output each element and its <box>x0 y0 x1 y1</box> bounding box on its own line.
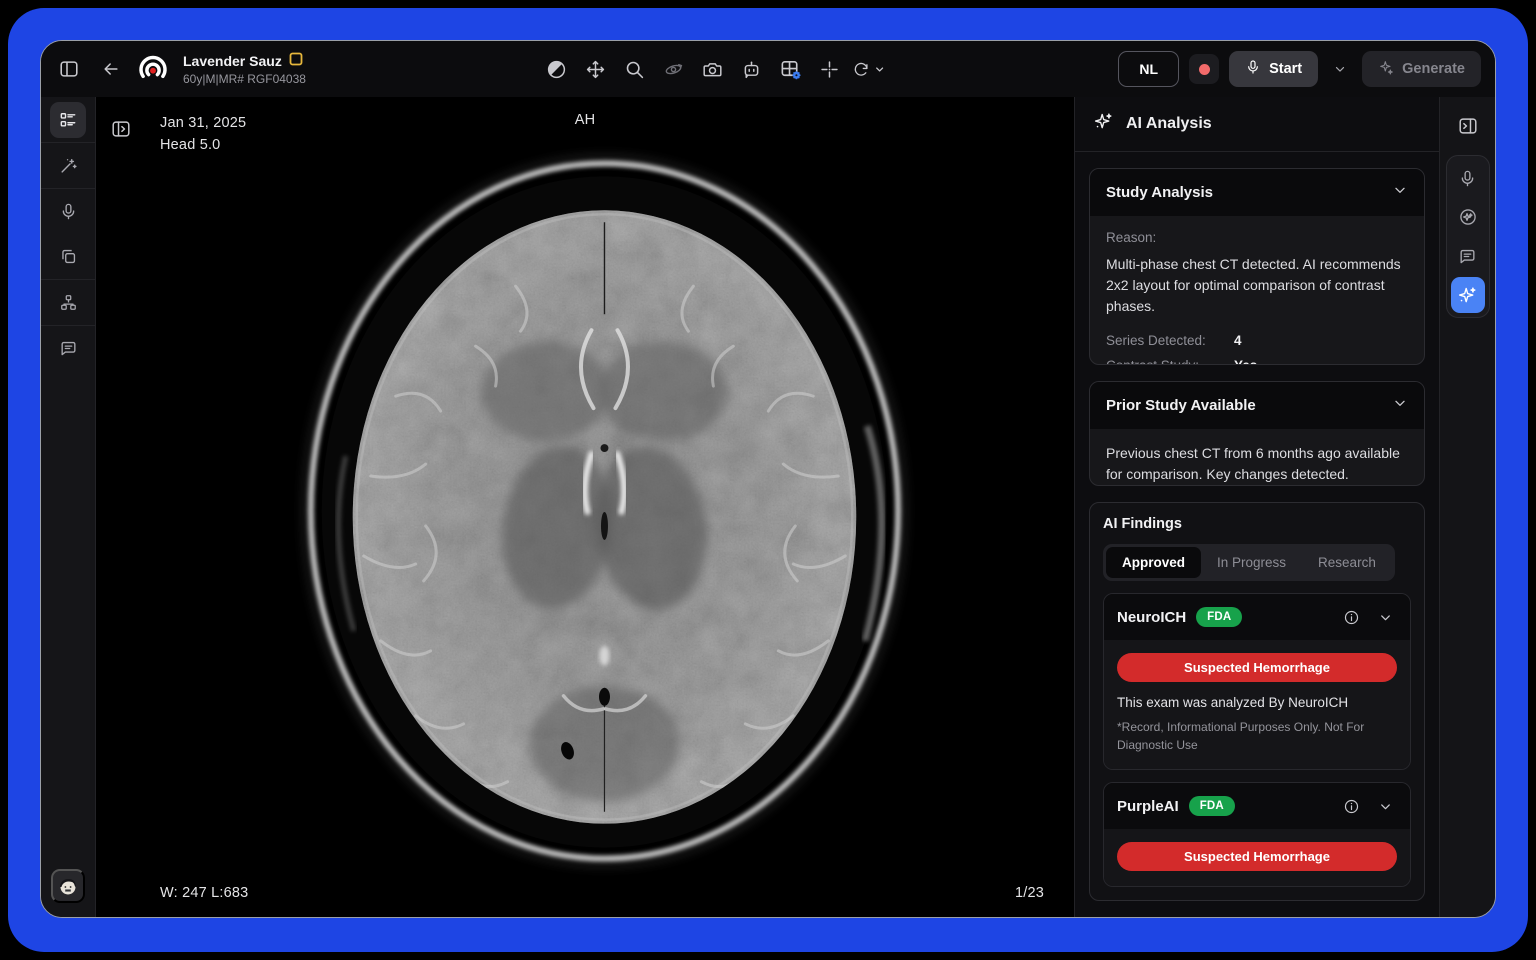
left-sidebar <box>41 97 96 917</box>
sidebar-toggle-icon[interactable] <box>53 53 85 85</box>
chevron-down-icon <box>1392 395 1408 416</box>
orientation-marker: AH <box>96 112 1074 128</box>
record-dot <box>1199 64 1210 75</box>
worklist-icon <box>50 102 86 138</box>
crosshair-icon[interactable] <box>813 53 845 85</box>
ai-panel-header: AI Analysis <box>1075 97 1439 152</box>
pan-icon[interactable] <box>579 53 611 85</box>
window-level-readout: W: 247 L:683 <box>160 885 248 901</box>
series-name: Head 5.0 <box>160 134 246 156</box>
magic-wand-icon <box>50 148 86 184</box>
chat-bubble-icon <box>50 331 86 367</box>
fda-badge: FDA <box>1189 796 1235 816</box>
panel-expand-icon[interactable] <box>105 113 137 145</box>
finding-body: Suspected Hemorrhage This exam was analy… <box>1104 640 1410 769</box>
prior-study-body: Previous chest CT from 6 months ago avai… <box>1090 429 1424 487</box>
patient-name: Lavender Sauz <box>183 53 282 71</box>
sparkle-icon <box>1378 59 1394 79</box>
window-level-icon[interactable] <box>540 53 572 85</box>
sidebar-item-hierarchy[interactable] <box>41 280 95 325</box>
ai-panel-body: Study Analysis Reason: Multi-phase chest… <box>1075 152 1439 917</box>
record-indicator-button[interactable] <box>1189 54 1219 84</box>
reason-text: Multi-phase chest CT detected. AI recomm… <box>1106 254 1408 317</box>
ai-findings-title: AI Findings <box>1103 516 1411 532</box>
back-arrow-icon[interactable] <box>95 53 127 85</box>
finding-header[interactable]: NeuroICH FDA <box>1104 594 1410 640</box>
tab-approved[interactable]: Approved <box>1106 547 1201 578</box>
ai-sparkle-icon <box>1093 111 1114 137</box>
patient-info: Lavender Sauz 60y|M|MR# RGF04038 <box>183 52 306 87</box>
study-analysis-body: Reason: Multi-phase chest CT detected. A… <box>1090 216 1424 365</box>
series-detected-row: Series Detected: 4 <box>1106 331 1408 352</box>
reason-label: Reason: <box>1106 230 1408 245</box>
top-bar: Lavender Sauz 60y|M|MR# RGF04038 <box>41 41 1495 97</box>
microphone-icon <box>50 194 86 230</box>
slice-counter: 1/23 <box>1015 885 1044 901</box>
ai-assistant-icon[interactable] <box>735 53 767 85</box>
start-dictation-button[interactable]: Start <box>1229 51 1318 87</box>
reset-view-icon[interactable] <box>852 53 884 85</box>
patient-flag-icon[interactable] <box>289 52 303 72</box>
start-options-chevron-icon[interactable] <box>1328 53 1352 85</box>
mri-brain-image <box>96 97 1074 917</box>
sidebar-item-worklist[interactable] <box>41 97 95 142</box>
tab-in-progress[interactable]: In Progress <box>1201 547 1302 578</box>
ai-panel-title: AI Analysis <box>1126 115 1212 133</box>
right-icon-strip <box>1439 97 1495 917</box>
ai-analysis-panel: AI Analysis Study Analysis Reason: Multi… <box>1074 97 1439 917</box>
prior-study-card: Prior Study Available Previous chest CT … <box>1089 381 1425 487</box>
chevron-down-icon[interactable] <box>1373 605 1397 629</box>
ai-analysis-toggle-icon[interactable] <box>1451 277 1485 313</box>
nl-button[interactable]: NL <box>1118 51 1179 87</box>
hemorrhage-alert-banner: Suspected Hemorrhage <box>1117 842 1397 871</box>
finding-header[interactable]: PurpleAI FDA <box>1104 783 1410 829</box>
chevron-down-icon <box>1392 182 1408 203</box>
panel-collapse-icon[interactable] <box>1452 110 1484 142</box>
study-analysis-header[interactable]: Study Analysis <box>1090 169 1424 216</box>
prior-study-header[interactable]: Prior Study Available <box>1090 382 1424 429</box>
sidebar-item-compare[interactable] <box>41 234 95 279</box>
image-viewport[interactable]: Jan 31, 2025 Head 5.0 AH W: 247 L:683 1/… <box>96 97 1074 917</box>
finding-body: Suspected Hemorrhage <box>1104 829 1410 886</box>
sidebar-item-dictation[interactable] <box>41 189 95 234</box>
viewer-toolbar <box>306 53 1118 85</box>
info-icon[interactable] <box>1339 605 1363 629</box>
ai-circle-icon[interactable] <box>1451 199 1485 235</box>
app-window: Lavender Sauz 60y|M|MR# RGF04038 <box>40 40 1496 918</box>
hemorrhage-alert-banner: Suspected Hemorrhage <box>1117 653 1397 682</box>
layout-settings-icon[interactable] <box>774 53 806 85</box>
hierarchy-icon <box>50 285 86 321</box>
chat-bubble-icon[interactable] <box>1451 238 1485 274</box>
generate-button[interactable]: Generate <box>1362 51 1481 87</box>
camera-capture-icon[interactable] <box>696 53 728 85</box>
microphone-icon[interactable] <box>1451 160 1485 196</box>
microphone-icon <box>1245 59 1261 79</box>
study-analysis-card: Study Analysis Reason: Multi-phase chest… <box>1089 168 1425 365</box>
finding-card-neuroich: NeuroICH FDA Suspected Hemorrhage This e… <box>1103 593 1411 770</box>
finding-card-purpleai: PurpleAI FDA Suspected Hemorrhage <box>1103 782 1411 887</box>
contrast-study-row: Contrast Study: Yes <box>1106 356 1408 365</box>
app-logo <box>137 53 169 85</box>
user-avatar[interactable] <box>51 869 85 903</box>
prior-study-text: Previous chest CT from 6 months ago avai… <box>1106 443 1408 485</box>
chevron-down-icon[interactable] <box>1373 794 1397 818</box>
rotate-3d-icon[interactable] <box>657 53 689 85</box>
analyzed-by-text: This exam was analyzed By NeuroICH <box>1117 695 1397 710</box>
zoom-icon[interactable] <box>618 53 650 85</box>
tab-research[interactable]: Research <box>1302 547 1392 578</box>
fda-badge: FDA <box>1196 607 1242 627</box>
sidebar-item-comments[interactable] <box>41 326 95 371</box>
sidebar-item-magic-tools[interactable] <box>41 143 95 188</box>
disclaimer-text: *Record, Informational Purposes Only. No… <box>1117 719 1397 754</box>
findings-tabs: Approved In Progress Research <box>1103 544 1395 581</box>
patient-meta: 60y|M|MR# RGF04038 <box>183 72 306 87</box>
ai-findings-section: AI Findings Approved In Progress Researc… <box>1089 502 1425 901</box>
copy-layers-icon <box>50 239 86 275</box>
right-strip-toolbar <box>1446 155 1490 318</box>
info-icon[interactable] <box>1339 794 1363 818</box>
